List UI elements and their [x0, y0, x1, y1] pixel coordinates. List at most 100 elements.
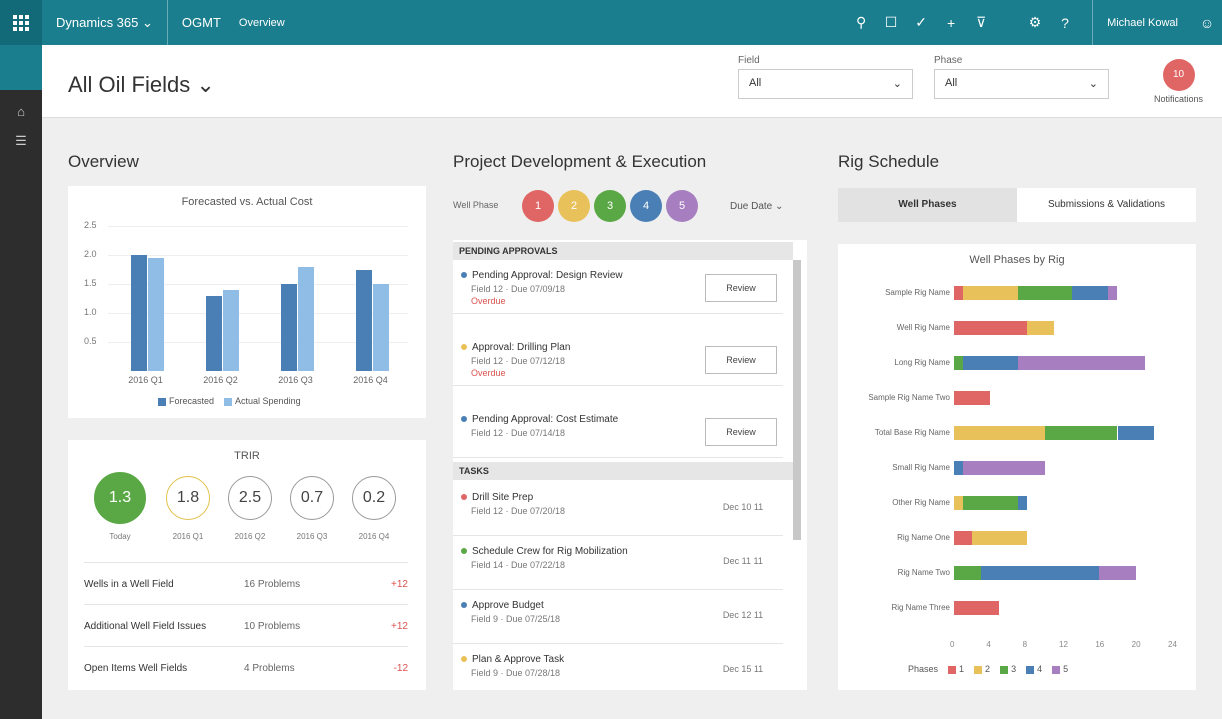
phase-filter-select[interactable]: All ⌄: [934, 69, 1109, 99]
bar-segment-phase-1[interactable]: [954, 531, 973, 545]
area-name[interactable]: Overview: [235, 0, 299, 45]
x-tick-label: 4: [986, 640, 991, 649]
bar-forecasted[interactable]: [355, 269, 372, 371]
bar-segment-phase-2[interactable]: [972, 531, 1027, 545]
app-name[interactable]: Dynamics 365 ⌄: [42, 0, 167, 45]
y-category-label: Other Rig Name: [892, 498, 950, 507]
task-date: Dec 12 11: [722, 610, 764, 620]
trir-q2-ring[interactable]: 2.5: [228, 476, 272, 520]
user-name[interactable]: Michael Kowal: [1093, 0, 1192, 45]
approval-item[interactable]: Approval: Drilling Plan Field 12 · Due 0…: [453, 334, 783, 386]
bar-actual[interactable]: [147, 257, 164, 371]
bar-segment-phase-4[interactable]: [1072, 286, 1109, 300]
help-icon[interactable]: ?: [1050, 15, 1080, 31]
legend-forecasted: Forecasted: [158, 396, 214, 406]
metric-name: Wells in a Well Field: [84, 579, 174, 590]
y-category-label: Long Rig Name: [894, 358, 950, 367]
bar-segment-phase-5[interactable]: [1108, 286, 1118, 300]
bar-segment-phase-5[interactable]: [1017, 356, 1145, 370]
trir-q3-ring[interactable]: 0.7: [290, 476, 334, 520]
bar-segment-phase-4[interactable]: [981, 566, 1100, 580]
bar-segment-phase-1[interactable]: [954, 601, 1000, 615]
trir-q4-ring[interactable]: 0.2: [352, 476, 396, 520]
bar-segment-phase-1[interactable]: [954, 391, 991, 405]
x-tick-label: 2016 Q2: [203, 375, 238, 385]
bar-forecasted[interactable]: [280, 284, 297, 371]
gridline: [108, 226, 408, 227]
bar-segment-phase-2[interactable]: [1026, 321, 1054, 335]
menu-icon[interactable]: ☰: [0, 133, 42, 149]
y-category-label: Sample Rig Name Two: [868, 393, 950, 402]
trir-q1-label: 2016 Q1: [172, 532, 204, 541]
bar-segment-phase-3[interactable]: [954, 566, 982, 580]
metric-row[interactable]: Wells in a Well Field 16 Problems +12: [84, 562, 408, 606]
tab-submissions[interactable]: Submissions & Validations: [1017, 188, 1196, 222]
y-category-label: Rig Name Two: [897, 568, 950, 577]
bar-forecasted[interactable]: [205, 295, 222, 371]
gear-icon[interactable]: ⚙: [1020, 14, 1050, 31]
bar-segment-phase-5[interactable]: [963, 461, 1045, 475]
metric-row[interactable]: Open Items Well Fields 4 Problems -12: [84, 646, 408, 690]
tab-well-phases[interactable]: Well Phases: [838, 188, 1017, 222]
bar-forecasted[interactable]: [130, 255, 147, 371]
notifications-label: Notifications: [1154, 94, 1204, 104]
bar-segment-phase-1[interactable]: [954, 286, 964, 300]
review-button[interactable]: Review: [705, 274, 777, 302]
y-category-label: Total Base Rig Name: [874, 428, 950, 437]
task-sub: Field 9 · Due 07/25/18: [471, 614, 561, 624]
bar-segment-phase-3[interactable]: [963, 496, 1018, 510]
bar-segment-phase-2[interactable]: [963, 286, 1018, 300]
bar-segment-phase-2[interactable]: [954, 496, 964, 510]
avatar[interactable]: ☺: [1192, 15, 1222, 31]
phase-5-button[interactable]: 5: [666, 190, 698, 222]
metric-row[interactable]: Additional Well Field Issues 10 Problems…: [84, 604, 408, 648]
module-name[interactable]: OGMT: [168, 0, 235, 45]
scrollbar-thumb[interactable]: [793, 260, 801, 540]
trir-q1-ring[interactable]: 1.8: [166, 476, 210, 520]
task-sub: Field 9 · Due 07/28/18: [471, 668, 561, 678]
plus-icon[interactable]: +: [936, 15, 966, 31]
bar-actual[interactable]: [297, 266, 314, 371]
task-item[interactable]: Schedule Crew for Rig Mobilization Field…: [453, 538, 783, 590]
x-tick-label: 2016 Q4: [353, 375, 388, 385]
review-button[interactable]: Review: [705, 418, 777, 446]
lightbulb-icon[interactable]: ☐: [876, 14, 906, 31]
bar-segment-phase-3[interactable]: [1044, 426, 1118, 440]
sort-dropdown[interactable]: Due Date ⌄: [730, 201, 783, 212]
search-icon[interactable]: ⚲: [846, 14, 876, 31]
phase-1-button[interactable]: 1: [522, 190, 554, 222]
bar-segment-phase-3[interactable]: [1017, 286, 1073, 300]
notifications-button[interactable]: 10 Notifications: [1154, 59, 1203, 104]
phase-2-button[interactable]: 2: [558, 190, 590, 222]
page-title[interactable]: All Oil Fields ⌄: [68, 72, 215, 98]
bar-segment-phase-4[interactable]: [963, 356, 1018, 370]
bar-segment-phase-3[interactable]: [954, 356, 964, 370]
bar-segment-phase-4[interactable]: [1117, 426, 1154, 440]
review-button[interactable]: Review: [705, 346, 777, 374]
phase-4-button[interactable]: 4: [630, 190, 662, 222]
home-icon[interactable]: ⌂: [0, 104, 42, 119]
task-item[interactable]: Approve Budget Field 9 · Due 07/25/18 De…: [453, 592, 783, 644]
y-tick-label: 0.5: [84, 336, 97, 346]
check-icon[interactable]: ✓: [906, 14, 936, 31]
y-category-label: Rig Name One: [897, 533, 950, 542]
bar-segment-phase-1[interactable]: [954, 321, 1027, 335]
left-rail: ⌂ ☰: [0, 45, 42, 719]
task-item[interactable]: Plan & Approve Task Field 9 · Due 07/28/…: [453, 646, 783, 690]
filter-icon[interactable]: ⊽: [966, 14, 996, 31]
app-launcher-icon[interactable]: [0, 0, 42, 45]
trir-today-ring[interactable]: 1.3: [94, 472, 146, 524]
bar-actual[interactable]: [222, 289, 239, 371]
bar-segment-phase-5[interactable]: [1099, 566, 1136, 580]
approval-item[interactable]: Pending Approval: Design Review Field 12…: [453, 262, 783, 314]
approval-item[interactable]: Pending Approval: Cost Estimate Field 12…: [453, 406, 783, 458]
bar-actual[interactable]: [372, 284, 389, 371]
bar-segment-phase-2[interactable]: [954, 426, 1045, 440]
field-filter-select[interactable]: All ⌄: [738, 69, 913, 99]
chevron-down-icon: ⌄: [1088, 78, 1098, 90]
pending-approvals-header: PENDING APPROVALS: [453, 242, 793, 260]
task-item[interactable]: Drill Site Prep Field 12 · Due 07/20/18 …: [453, 484, 783, 536]
phase-3-button[interactable]: 3: [594, 190, 626, 222]
bar-segment-phase-4[interactable]: [954, 461, 964, 475]
bar-segment-phase-4[interactable]: [1017, 496, 1027, 510]
